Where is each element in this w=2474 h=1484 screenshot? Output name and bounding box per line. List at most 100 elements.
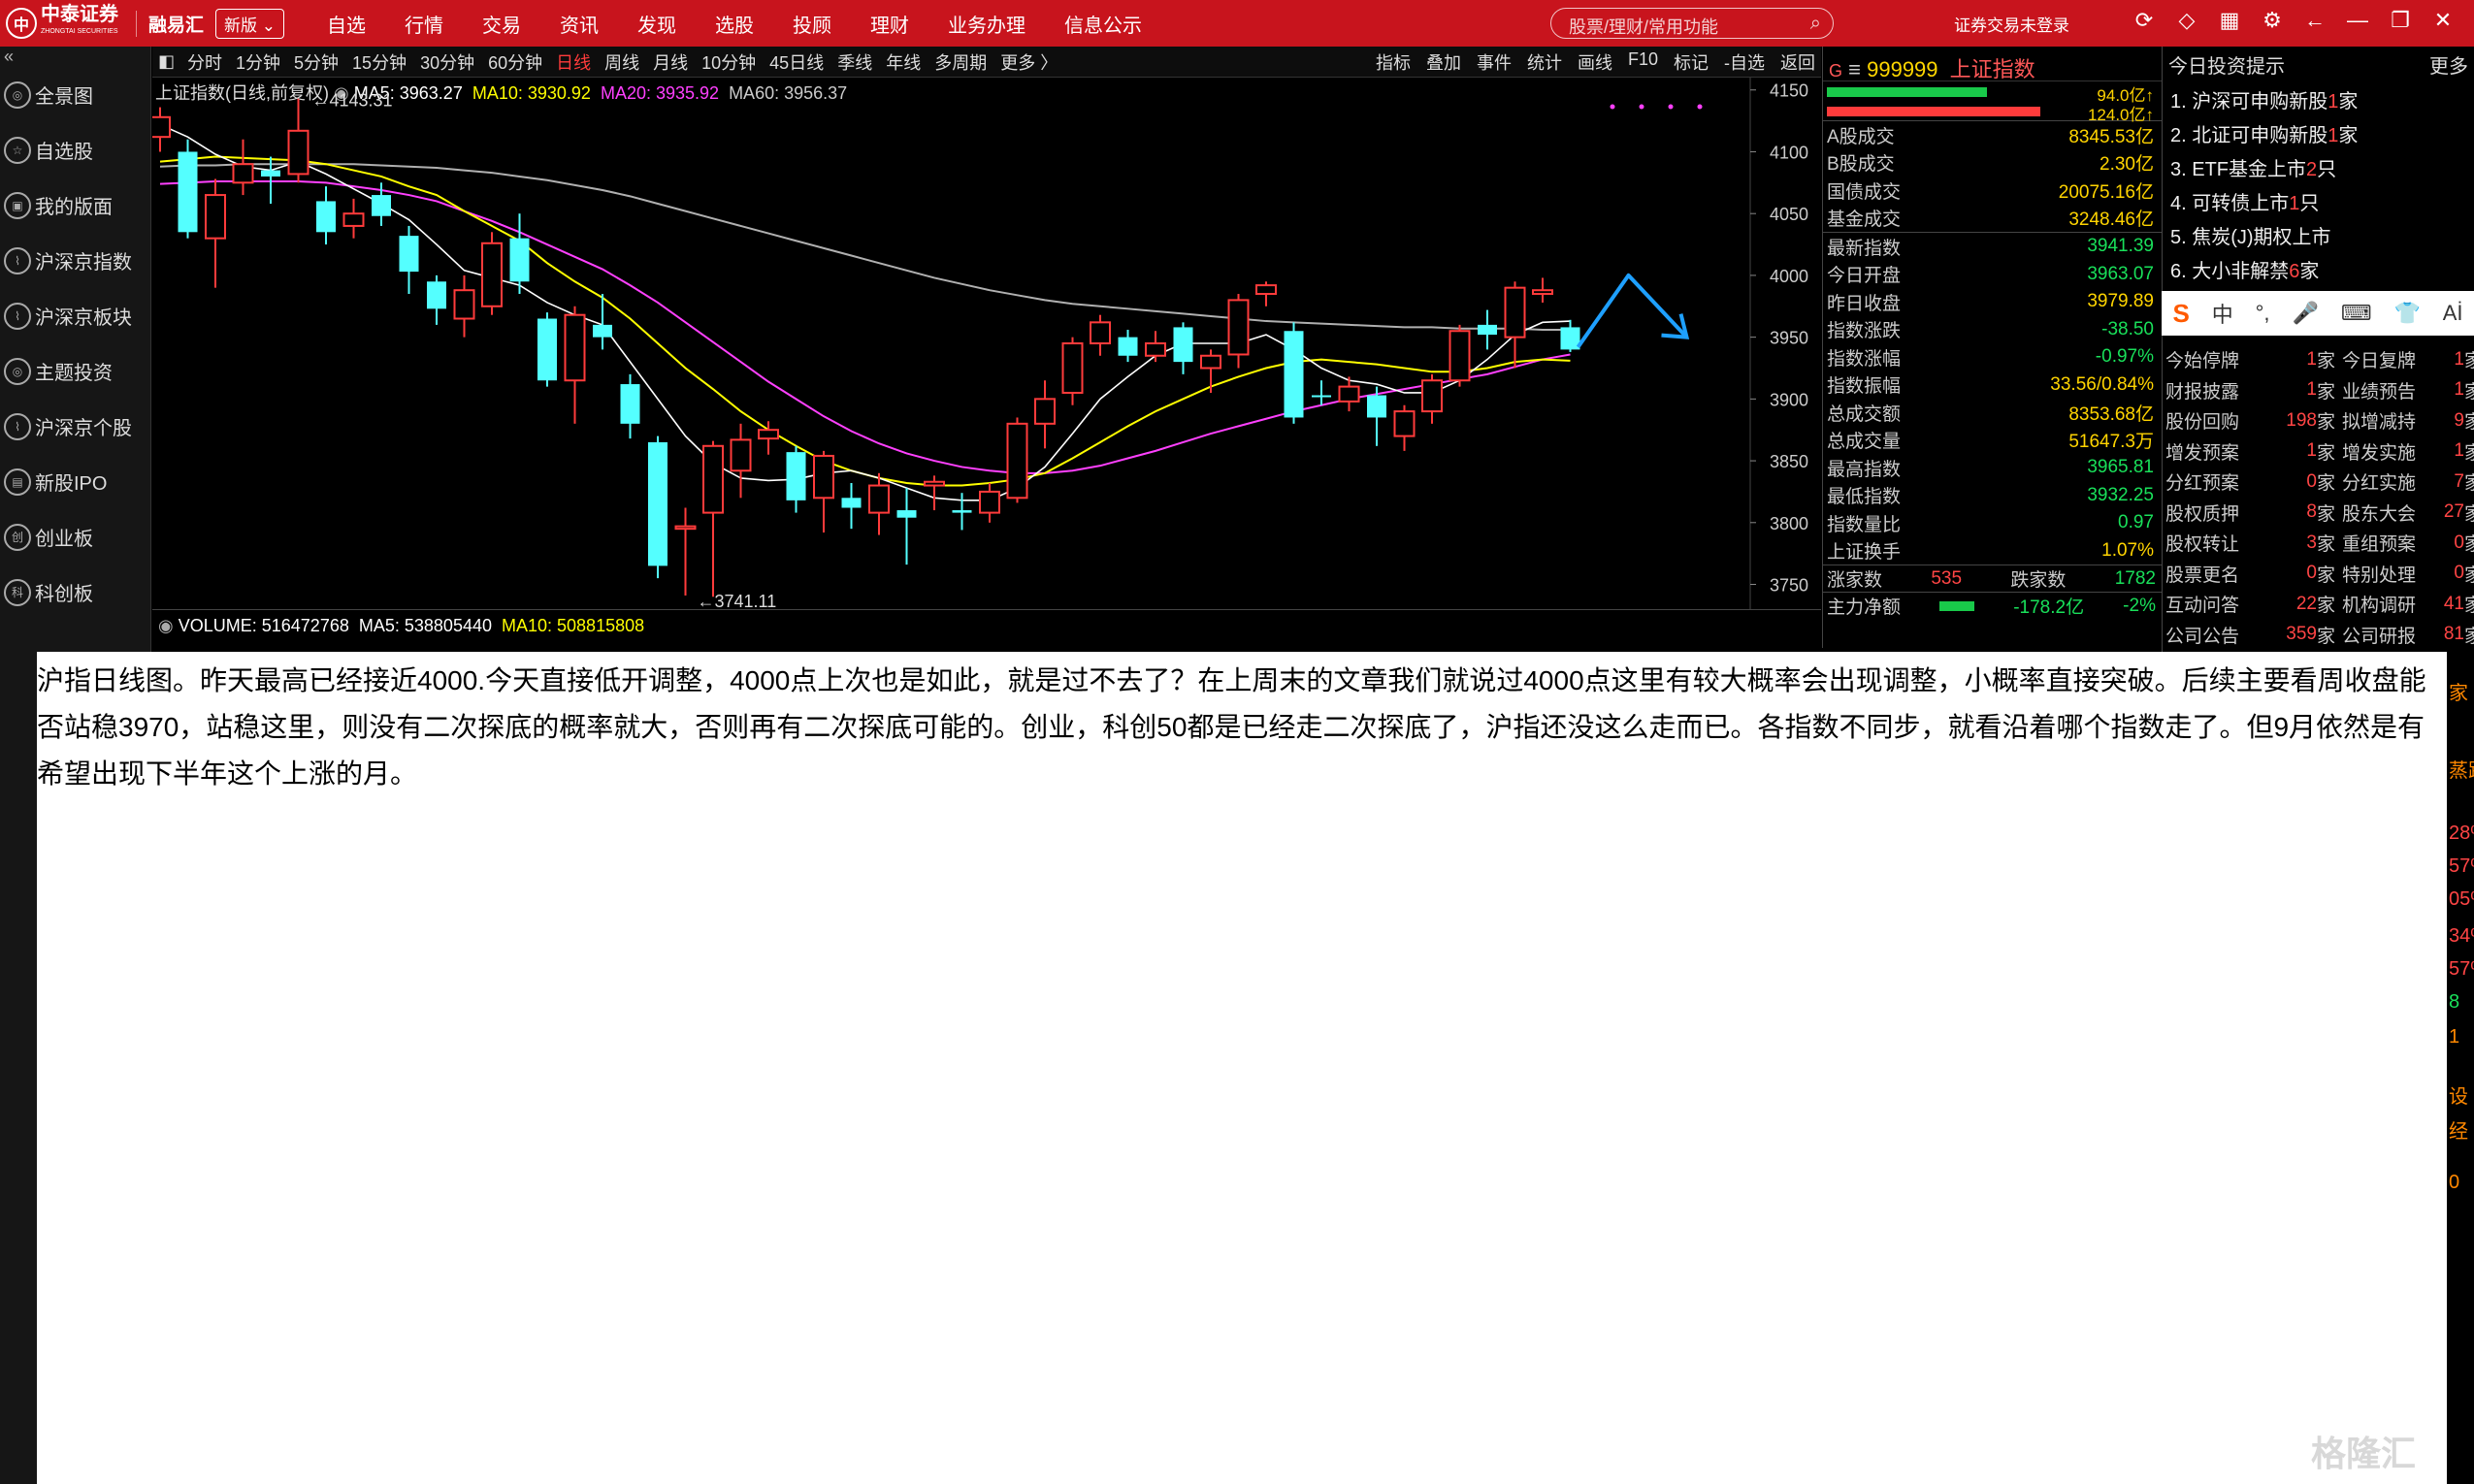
period-tab-13[interactable]: 多周期 (934, 49, 987, 75)
sidebar-item-6[interactable]: ⌇ 沪深京个股 (0, 399, 150, 454)
tip-item[interactable]: 6. 大小非解禁6家 (2163, 252, 2474, 286)
close-icon[interactable]: ✕ (2422, 8, 2464, 33)
high-annotation: ←4143.31 (312, 90, 393, 110)
candle-body (1449, 330, 1471, 382)
period-tab-0[interactable]: 分时 (187, 49, 222, 75)
menu-item-9[interactable]: 信息公示 (1064, 10, 1142, 38)
event-row[interactable]: 股权转让 3 家重组预案 0 家 (2162, 528, 2474, 559)
menu-item-0[interactable]: 自选 (327, 10, 366, 38)
candle-body (564, 313, 586, 382)
sidebar-item-3[interactable]: ⌇ 沪深京指数 (0, 233, 150, 288)
period-tab-3[interactable]: 15分钟 (352, 49, 407, 75)
ime-button-5[interactable]: 👕 (2393, 301, 2420, 326)
back-icon[interactable]: ← (2294, 8, 2336, 33)
ime-button-3[interactable]: 🎤 (2292, 301, 2318, 326)
sidebar-item-8[interactable]: 创创业板 (0, 509, 150, 565)
skin-icon[interactable]: ◇ (2165, 8, 2208, 33)
event-cell-a: 股权质押 (2165, 503, 2240, 525)
event-row[interactable]: 股票更名 0 家特别处理 0 家 (2162, 559, 2474, 590)
volume-ma10: MA10: 508815808 (502, 616, 645, 635)
candle-body (1284, 331, 1304, 418)
chart-tool-2[interactable]: 事件 (1477, 49, 1512, 75)
period-tab-7[interactable]: 周线 (604, 49, 639, 75)
menu-item-8[interactable]: 业务办理 (948, 10, 1025, 38)
period-tab-1[interactable]: 1分钟 (236, 49, 280, 75)
broker-logo[interactable]: 中 中泰证券 ZHONGTAI SECURITIES (0, 5, 136, 41)
layout-icon[interactable]: ▦ (2208, 8, 2251, 33)
event-cell-b: 359 (2286, 624, 2317, 645)
quote-value: 3979.89 (2087, 291, 2154, 312)
chart-tool-5[interactable]: F10 (1628, 49, 1658, 75)
sidebar-item-5[interactable]: ◎ 主题投资 (0, 343, 150, 399)
chart-tool-6[interactable]: 标记 (1674, 49, 1709, 75)
y-tick-label: 4050 (1770, 205, 1808, 224)
quote-row: 总成交额 8353.68亿 (1823, 399, 2162, 427)
menu-item-3[interactable]: 资讯 (560, 10, 599, 38)
chart-tool-4[interactable]: 画线 (1578, 49, 1612, 75)
login-status[interactable]: 证券交易未登录 (1954, 12, 2069, 36)
chart-tool-3[interactable]: 统计 (1527, 49, 1562, 75)
maximize-icon[interactable]: ❐ (2379, 8, 2422, 33)
event-row[interactable]: 今始停牌 1 家今日复牌 1 家 (2162, 344, 2474, 375)
sidebar-item-4[interactable]: ⌇ 沪深京板块 (0, 288, 150, 343)
minimize-icon[interactable]: — (2336, 8, 2379, 33)
ime-button-0[interactable]: S (2172, 299, 2189, 329)
collapse-icon[interactable]: « (0, 47, 150, 67)
ime-toolbar[interactable]: S 中 °, 🎤 ⌨ 👕 Aİ (2162, 291, 2474, 336)
search-input[interactable]: 股票/理财/常用功能 ⌕ (1550, 8, 1834, 39)
ime-button-2[interactable]: °, (2256, 301, 2270, 326)
tips-more-link[interactable]: 更多 (2429, 50, 2468, 79)
quote-row: 指数涨跌 -38.50 (1823, 316, 2162, 344)
event-row[interactable]: 股份回购 198 家拟增减持 9 家 (2162, 405, 2474, 436)
refresh-icon[interactable]: ⟳ (2123, 8, 2165, 33)
tip-item[interactable]: 3. ETF基金上市2只 (2163, 150, 2474, 184)
kline-chart[interactable]: 4150 4100 4050 4000 3950 3900 3850 3800 3750 ←414… (152, 78, 1821, 609)
edge-text: 34% (2449, 925, 2474, 947)
sidebar-item-9[interactable]: 科科创板 (0, 565, 150, 620)
chart-tool-0[interactable]: 指标 (1376, 49, 1411, 75)
period-tab-14[interactable]: 更多 〉 (1000, 49, 1058, 75)
menu-item-1[interactable]: 行情 (405, 10, 443, 38)
ime-button-6[interactable]: Aİ (2443, 301, 2463, 326)
tip-item[interactable]: 1. 沪深可申购新股1家 (2163, 82, 2474, 116)
event-row[interactable]: 财报披露 1 家业绩预告 1 家 (2162, 375, 2474, 406)
chart-tool-1[interactable]: 叠加 (1426, 49, 1461, 75)
ime-button-1[interactable]: 中 (2212, 298, 2233, 329)
tip-item[interactable]: 4. 可转债上市1只 (2163, 184, 2474, 218)
period-tab-5[interactable]: 60分钟 (488, 49, 542, 75)
event-row[interactable]: 公司公告 359 家公司研报 81 家 (2162, 620, 2474, 651)
candle-body (1145, 342, 1166, 357)
period-tab-6[interactable]: 日线 (556, 49, 591, 75)
chart-tool-7[interactable]: -自选 (1724, 49, 1765, 75)
menu-item-6[interactable]: 投顾 (793, 10, 831, 38)
period-tab-2[interactable]: 5分钟 (294, 49, 339, 75)
chart-tool-8[interactable]: 返回 (1780, 49, 1815, 75)
period-tab-9[interactable]: 10分钟 (701, 49, 756, 75)
menu-item-4[interactable]: 发现 (637, 10, 676, 38)
quote-title[interactable]: G ≡ 999999 上证指数 (1823, 47, 2162, 81)
settings-icon[interactable]: ⚙ (2251, 8, 2294, 33)
sidebar-item-7[interactable]: ▤ 新股IPO (0, 454, 150, 509)
period-tab-8[interactable]: 月线 (653, 49, 688, 75)
menu-item-7[interactable]: 理财 (870, 10, 909, 38)
period-tab-11[interactable]: 季线 (837, 49, 872, 75)
sidebar-item-0[interactable]: ◎ 全景图 (0, 67, 150, 122)
period-tab-10[interactable]: 45日线 (769, 49, 824, 75)
event-row[interactable]: 互动问答 22 家机构调研 41 家 (2162, 589, 2474, 620)
ime-button-4[interactable]: ⌨ (2341, 301, 2372, 326)
period-tab-4[interactable]: 30分钟 (420, 49, 474, 75)
version-select[interactable]: 新版 ⌄ (215, 8, 284, 39)
menu-item-2[interactable]: 交易 (482, 10, 521, 38)
period-tab-12[interactable]: 年线 (886, 49, 921, 75)
event-row[interactable]: 增发预案 1 家增发实施 1 家 (2162, 436, 2474, 468)
tip-item[interactable]: 5. 焦炭(J)期权上市 (2163, 218, 2474, 252)
menu-icon[interactable]: ≡ (1848, 57, 1861, 81)
panel-toggle-icon[interactable]: ◧ (158, 51, 175, 72)
volume-toggle-icon[interactable]: ◉ (158, 616, 174, 635)
event-row[interactable]: 股权质押 8 家股东大会 27 家 (2162, 498, 2474, 529)
sidebar-item-2[interactable]: ▣ 我的版面 (0, 177, 150, 233)
menu-item-5[interactable]: 选股 (715, 10, 754, 38)
sidebar-item-1[interactable]: ☆ 自选股 (0, 122, 150, 177)
event-row[interactable]: 分红预案 0 家分红实施 7 家 (2162, 467, 2474, 498)
tip-item[interactable]: 2. 北证可申购新股1家 (2163, 116, 2474, 150)
